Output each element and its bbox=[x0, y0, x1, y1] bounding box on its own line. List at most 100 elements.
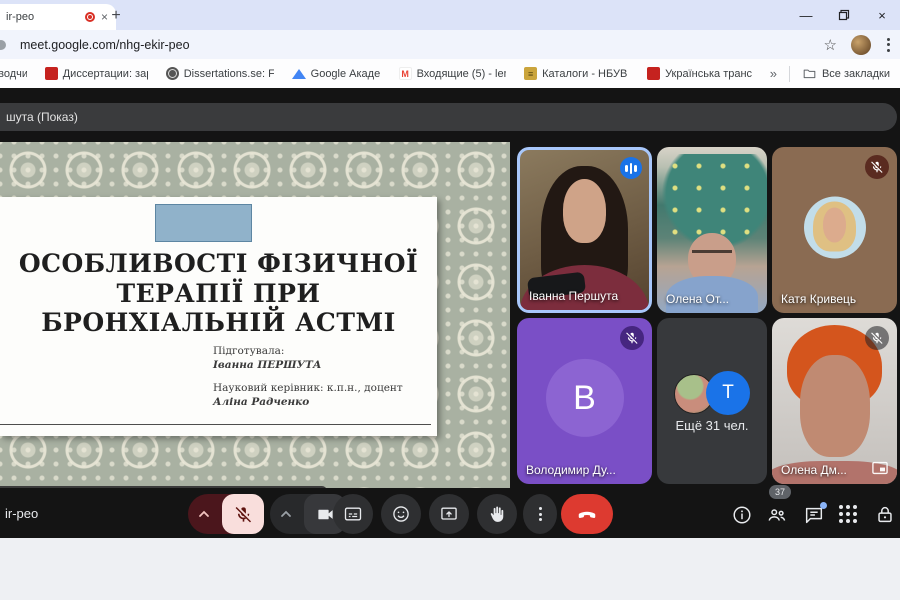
people-icon bbox=[766, 504, 788, 526]
chevron-up-icon bbox=[280, 510, 292, 518]
participant-initial-avatar: В bbox=[546, 359, 624, 437]
mic-muted-icon bbox=[865, 155, 889, 179]
participant-name: Іванна Першута bbox=[529, 289, 618, 303]
url-bar-row: meet.google.com/nhg-ekir-peo ☆ bbox=[0, 30, 900, 59]
participant-tile-katya[interactable]: Катя Кривець bbox=[772, 147, 897, 313]
lock-icon bbox=[874, 504, 896, 526]
mic-muted-icon bbox=[865, 326, 889, 350]
profile-avatar[interactable] bbox=[851, 35, 871, 55]
bookmark-catalogs[interactable]: ≡ Каталоги - НБУВ Н... bbox=[524, 67, 629, 80]
speaking-indicator-icon bbox=[620, 157, 642, 179]
bookmark-translator[interactable]: еводчик bbox=[0, 68, 27, 80]
minimize-button[interactable]: — bbox=[798, 7, 814, 23]
end-call-button[interactable] bbox=[561, 494, 613, 534]
overflow-participants-tile[interactable]: T Ещё 31 чел. bbox=[657, 318, 767, 484]
bookmark-ukr-transliteration[interactable]: Українська транслі... bbox=[647, 67, 752, 80]
red-doc-icon bbox=[45, 67, 58, 80]
captions-button[interactable] bbox=[333, 494, 373, 534]
bookmarks-bar: еводчик Диссертации: зару... Dissertatio… bbox=[0, 59, 900, 88]
smiley-icon bbox=[391, 504, 411, 524]
close-window-button[interactable]: × bbox=[874, 7, 890, 23]
participant-avatar bbox=[804, 197, 866, 259]
meet-page: шута (Показ) ОСОБЛИВОСТІ ФІЗИЧНОЇ ТЕРАПІ… bbox=[0, 88, 900, 538]
raise-hand-button[interactable] bbox=[477, 494, 517, 534]
reactions-button[interactable] bbox=[381, 494, 421, 534]
all-bookmarks-label: Все закладки bbox=[822, 68, 890, 80]
participant-count-badge: 37 bbox=[769, 485, 791, 499]
slide-content: ОСОБЛИВОСТІ ФІЗИЧНОЇ ТЕРАПІЇ ПРИ БРОНХІА… bbox=[0, 197, 437, 436]
bookmark-dissertations-ru[interactable]: Диссертации: зару... bbox=[45, 67, 148, 80]
participant-name: Олена Дм... bbox=[781, 463, 847, 477]
url-text[interactable]: meet.google.com/nhg-ekir-peo bbox=[20, 38, 824, 52]
apps-grid-icon bbox=[839, 504, 861, 523]
participant-name: Володимир Ду... bbox=[526, 463, 616, 477]
bookmarks-overflow-icon[interactable]: » bbox=[770, 66, 777, 81]
mic-muted-icon bbox=[620, 326, 644, 350]
bookmark-label: Диссертации: зару... bbox=[63, 68, 148, 80]
more-options-button[interactable] bbox=[523, 494, 557, 534]
meeting-code: ir-peo bbox=[5, 506, 38, 521]
restore-button[interactable] bbox=[836, 7, 852, 23]
bookmark-label: Dissertations.se: FIT... bbox=[184, 68, 274, 80]
scholar-icon bbox=[292, 69, 306, 79]
overflow-avatars: T bbox=[674, 374, 750, 415]
site-info-icon[interactable] bbox=[0, 40, 6, 50]
host-controls-button[interactable] bbox=[874, 504, 896, 526]
shared-presentation: ОСОБЛИВОСТІ ФІЗИЧНОЇ ТЕРАПІЇ ПРИ БРОНХІА… bbox=[0, 142, 510, 488]
bookmark-google-scholar[interactable]: Google Академія bbox=[292, 68, 381, 80]
participant-tile-olena-ot[interactable]: Олена От... bbox=[657, 147, 767, 313]
bookmark-label: Google Академія bbox=[311, 68, 381, 80]
gmail-icon: M bbox=[399, 67, 412, 80]
catalog-icon: ≡ bbox=[524, 67, 537, 80]
end-call-icon bbox=[576, 503, 598, 525]
participant-name: Катя Кривець bbox=[781, 292, 856, 306]
browser-menu-icon[interactable] bbox=[885, 36, 892, 54]
mic-mute-button[interactable] bbox=[222, 494, 264, 534]
tab-strip: ir-peo × + — × bbox=[0, 0, 900, 30]
folder-icon bbox=[802, 66, 817, 81]
meeting-details-button[interactable] bbox=[731, 504, 753, 526]
mic-off-icon bbox=[234, 505, 253, 524]
bookmark-label: Українська транслі... bbox=[665, 68, 752, 80]
browser-tab[interactable]: ir-peo × bbox=[0, 4, 116, 30]
meet-toolbar: ir-peo bbox=[0, 494, 900, 538]
more-participants-label: Ещё 31 чел. bbox=[657, 418, 767, 433]
participant-tile-volodymyr[interactable]: В Володимир Ду... bbox=[517, 318, 652, 484]
new-tab-button[interactable]: + bbox=[104, 4, 128, 28]
chevron-up-icon bbox=[198, 510, 210, 518]
mic-button-group bbox=[188, 494, 264, 534]
globe-icon bbox=[166, 67, 179, 80]
presenter-banner-text: шута (Показ) bbox=[6, 110, 78, 124]
bookmark-label: Входящие (5) - lena... bbox=[417, 68, 507, 80]
tab-title: ir-peo bbox=[6, 11, 79, 23]
bookmark-gmail-inbox[interactable]: M Входящие (5) - lena... bbox=[399, 67, 507, 80]
bookmark-star-icon[interactable]: ☆ bbox=[824, 36, 837, 54]
slide-title: ОСОБЛИВОСТІ ФІЗИЧНОЇ ТЕРАПІЇ ПРИ БРОНХІА… bbox=[0, 249, 437, 338]
video-effects-toast: нии видеоэффектов работа компьютера може… bbox=[0, 486, 327, 488]
bookmark-label: еводчик bbox=[0, 68, 27, 80]
participant-name: Олена От... bbox=[666, 292, 729, 306]
recording-indicator-icon bbox=[85, 12, 95, 22]
bookmark-dissertations-se[interactable]: Dissertations.se: FIT... bbox=[166, 67, 274, 80]
camera-icon bbox=[316, 505, 335, 524]
participant-tile-olena-dm[interactable]: Олена Дм... bbox=[772, 318, 897, 484]
show-participants-button[interactable] bbox=[766, 504, 788, 526]
all-bookmarks-button[interactable]: Все закладки bbox=[802, 66, 890, 81]
activities-button[interactable] bbox=[839, 504, 861, 526]
slide-authors: Підготувала: Іванна ПЕРШУТА Науковий кер… bbox=[213, 345, 403, 410]
participant-tile-ivanna[interactable]: Іванна Першута bbox=[517, 147, 652, 313]
picture-in-picture-icon[interactable] bbox=[870, 458, 890, 478]
slide-divider bbox=[0, 424, 431, 425]
mic-options-chevron[interactable] bbox=[188, 510, 220, 518]
participant-initial-avatar: T bbox=[706, 371, 750, 415]
bookmark-label: Каталоги - НБУВ Н... bbox=[542, 68, 629, 80]
camera-options-chevron[interactable] bbox=[270, 510, 302, 518]
screen: ir-peo × + — × meet.google.com/nhg-ekir-… bbox=[0, 0, 900, 600]
present-icon bbox=[439, 504, 459, 524]
desktop-strip bbox=[0, 538, 900, 600]
presenter-banner: шута (Показ) bbox=[0, 103, 897, 131]
captions-icon bbox=[343, 504, 363, 524]
bookmarks-separator bbox=[789, 66, 790, 82]
present-screen-button[interactable] bbox=[429, 494, 469, 534]
trident-icon bbox=[647, 67, 660, 80]
